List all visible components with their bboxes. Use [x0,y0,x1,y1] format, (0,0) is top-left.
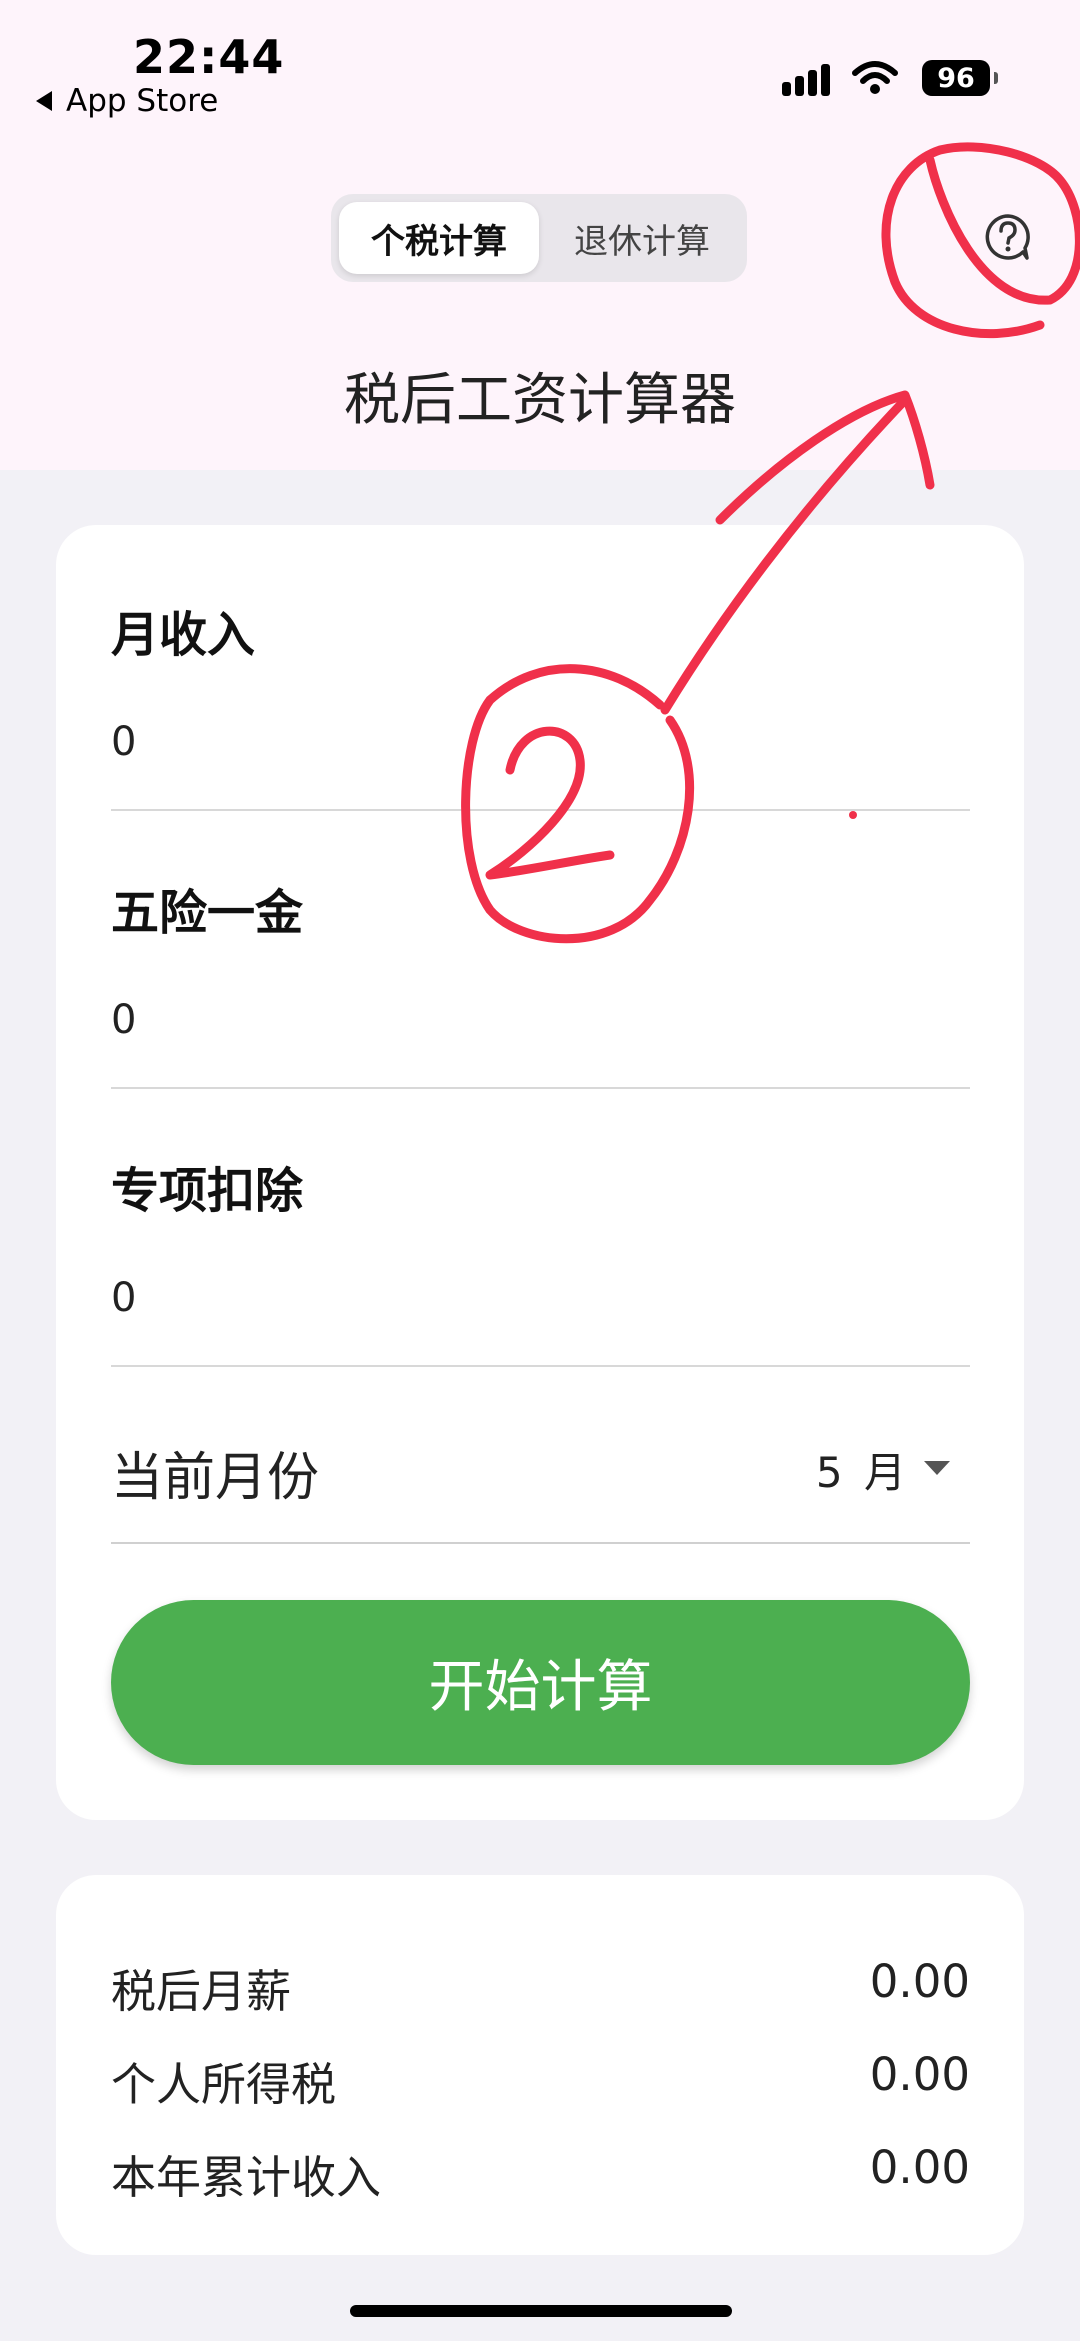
mode-segmented-control: 个税计算 退休计算 [331,194,747,282]
results-card: 税后月薪 0.00 个人所得税 0.00 本年累计收入 0.00 [56,1875,1024,2255]
social-insurance-label: 五险一金 [111,885,304,941]
divider [111,809,970,811]
result-income-tax: 个人所得税 0.00 [111,2048,970,2111]
month-value: 5 月 [815,1448,910,1497]
tab-tax-calc[interactable]: 个税计算 [339,202,539,274]
battery-level: 96 [937,62,975,94]
input-card: 月收入 0 五险一金 0 专项扣除 0 当前月份 5 月 开始计算 [56,525,1024,1820]
month-label: 当前月份 [111,1448,320,1508]
result-value: 0.00 [869,2141,970,2194]
wifi-icon [852,61,898,94]
month-selector[interactable]: 当前月份 5 月 [111,1435,970,1508]
result-value: 0.00 [869,2048,970,2101]
back-triangle-icon [36,91,52,111]
field-special-deduction: 专项扣除 0 [111,1151,970,1367]
special-deduction-input[interactable]: 0 [111,1275,970,1321]
back-to-app-store[interactable]: App Store [36,83,218,119]
result-net-salary: 税后月薪 0.00 [111,1955,970,2018]
field-social-insurance: 五险一金 0 [111,873,970,1089]
result-label: 税后月薪 [111,1965,292,2018]
result-label: 个人所得税 [111,2058,337,2111]
result-ytd-income: 本年累计收入 0.00 [111,2141,970,2204]
monthly-income-input[interactable]: 0 [111,719,970,765]
home-indicator [350,2305,732,2317]
monthly-income-label: 月收入 [111,607,256,663]
result-label: 本年累计收入 [111,2151,382,2204]
divider [111,1542,970,1544]
cellular-signal-icon [782,60,830,96]
divider [111,1365,970,1367]
divider [111,1087,970,1089]
result-value: 0.00 [869,1955,970,2008]
back-label: App Store [66,83,219,119]
special-deduction-label: 专项扣除 [111,1163,304,1219]
question-circle-icon[interactable] [983,212,1033,262]
social-insurance-input[interactable]: 0 [111,997,970,1043]
start-calculation-button[interactable]: 开始计算 [111,1600,970,1765]
dropdown-caret-icon [924,1461,950,1475]
page-title: 税后工资计算器 [344,368,736,433]
status-indicators: 96 [782,60,998,96]
field-monthly-income: 月收入 0 [111,595,970,811]
status-time: 22:44 [133,30,285,84]
tab-retirement-calc[interactable]: 退休计算 [545,202,739,274]
battery-icon: 96 [922,60,998,96]
